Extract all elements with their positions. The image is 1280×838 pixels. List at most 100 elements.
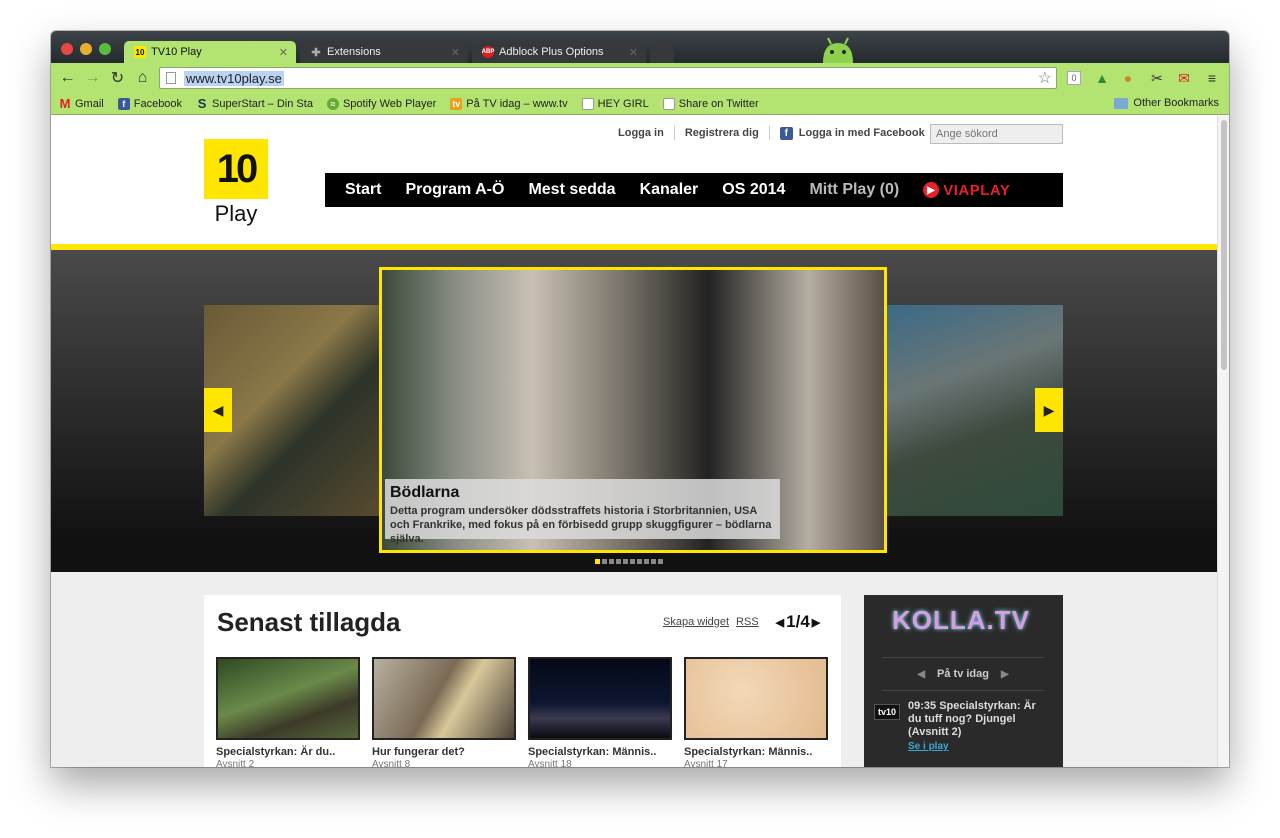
bookmark-pa-tv-idag[interactable]: tv På TV idag – www.tv xyxy=(450,97,568,110)
bookmark-spotify[interactable]: ≈ Spotify Web Player xyxy=(326,97,437,110)
carousel-dot[interactable] xyxy=(616,559,621,564)
bookmark-facebook[interactable]: f Facebook xyxy=(117,97,182,110)
viaplay-link[interactable]: ▶ VIAPLAY xyxy=(923,182,1010,199)
extension-counter-icon[interactable]: 0 xyxy=(1067,71,1081,85)
tab-adblock[interactable]: ABP Adblock Plus Options ✕ xyxy=(472,41,646,63)
new-tab-button[interactable] xyxy=(650,41,674,63)
carousel-dot[interactable] xyxy=(609,559,614,564)
item-title[interactable]: Specialstyrkan: Männis.. xyxy=(528,746,672,758)
carousel-dot[interactable] xyxy=(658,559,663,564)
drive-icon[interactable]: ▲ xyxy=(1093,69,1111,87)
kolla-tv-logo[interactable]: KOLLA.TV xyxy=(892,605,1037,635)
kolla-tv-panel: KOLLA.TV ◀ På tv idag ▶ tv10 09:35 Speci… xyxy=(864,595,1063,767)
forward-icon[interactable]: → xyxy=(80,69,105,87)
list-item[interactable]: Hur fungerar det? Avsnitt 8 xyxy=(372,657,516,767)
tab-label: Adblock Plus Options xyxy=(499,46,604,58)
bookmark-share-twitter[interactable]: Share on Twitter xyxy=(662,97,759,110)
other-bookmarks[interactable]: Other Bookmarks xyxy=(1114,97,1219,109)
item-subtitle: Avsnitt 18 xyxy=(528,759,572,767)
pager-prev-icon[interactable]: ◀ xyxy=(776,616,784,629)
carousel-dot[interactable] xyxy=(644,559,649,564)
zoom-window-button[interactable] xyxy=(99,43,111,55)
android-icon xyxy=(823,37,853,63)
carousel-dot[interactable] xyxy=(595,559,600,564)
nav-os-2014[interactable]: OS 2014 xyxy=(722,181,785,199)
close-tab-icon[interactable]: ✕ xyxy=(451,46,460,59)
carousel-dot[interactable] xyxy=(651,559,656,564)
nav-kanaler[interactable]: Kanaler xyxy=(640,181,699,199)
next-day-icon[interactable]: ▶ xyxy=(1001,669,1009,680)
bookmark-hey-girl[interactable]: HEY GIRL xyxy=(581,97,649,110)
bookmark-star-icon[interactable]: ☆ xyxy=(1038,68,1052,88)
pager: ◀ 1/4 ▶ xyxy=(776,612,821,632)
item-title[interactable]: Specialstyrkan: Är du.. xyxy=(216,746,360,758)
thumbnail-image[interactable] xyxy=(684,657,828,740)
vertical-scrollbar[interactable] xyxy=(1217,116,1229,767)
menu-icon[interactable]: ≡ xyxy=(1203,69,1221,87)
page-icon xyxy=(581,97,594,110)
address-bar[interactable]: www.tv10play.se ☆ xyxy=(159,67,1057,89)
carousel-dot[interactable] xyxy=(623,559,628,564)
bookmarks-bar: M Gmail f Facebook S SuperStart – Din Sta ≈… xyxy=(51,93,1229,115)
list-item[interactable]: Specialstyrkan: Männis.. Avsnitt 17 xyxy=(684,657,828,767)
nav-start[interactable]: Start xyxy=(345,181,381,199)
list-item[interactable]: Specialstyrkan: Männis.. Avsnitt 18 xyxy=(528,657,672,767)
reload-icon[interactable]: ↻ xyxy=(105,68,130,88)
close-window-button[interactable] xyxy=(61,43,73,55)
tab-extensions[interactable]: ✚ Extensions ✕ xyxy=(300,41,468,63)
create-widget-link[interactable]: Skapa widget xyxy=(663,616,729,628)
thumbnail-image[interactable] xyxy=(372,657,516,740)
item-title[interactable]: Hur fungerar det? xyxy=(372,746,516,758)
gmail-icon: M xyxy=(59,96,71,111)
scissors-icon[interactable]: ✂ xyxy=(1148,69,1166,87)
thumbnail-image[interactable] xyxy=(528,657,672,740)
thumbnail-image[interactable] xyxy=(216,657,360,740)
tv-today-nav: ◀ På tv idag ▶ xyxy=(882,657,1044,691)
bookmark-label: Spotify Web Player xyxy=(342,97,437,110)
url-text[interactable]: www.tv10play.se xyxy=(184,70,284,86)
carousel-dot[interactable] xyxy=(602,559,607,564)
carousel-dot[interactable] xyxy=(630,559,635,564)
login-link[interactable]: Logga in xyxy=(618,127,664,139)
register-link[interactable]: Registrera dig xyxy=(685,127,759,139)
minimize-window-button[interactable] xyxy=(80,43,92,55)
bookmark-gmail[interactable]: M Gmail xyxy=(59,96,104,111)
nav-mitt-play[interactable]: Mitt Play (0) xyxy=(809,181,899,199)
bookmark-label: SuperStart – Din Sta xyxy=(212,97,313,110)
adblock-icon: ABP xyxy=(482,46,494,58)
carousel-next-arrow-icon[interactable]: ▶ xyxy=(1035,388,1063,432)
home-icon[interactable]: ⌂ xyxy=(130,69,155,87)
carousel-prev-arrow-icon[interactable]: ◀ xyxy=(204,388,232,432)
search-input[interactable] xyxy=(930,124,1063,144)
gmail-notifier-icon[interactable]: ✉ xyxy=(1175,69,1193,87)
tab-label: Extensions xyxy=(327,46,381,58)
tab-tv10play[interactable]: 10 TV10 Play ✕ xyxy=(124,41,296,63)
item-title[interactable]: Specialstyrkan: Männis.. xyxy=(684,746,828,758)
slide-description: Detta program undersöker dödsstraffets h… xyxy=(390,505,772,545)
prev-day-icon[interactable]: ◀ xyxy=(917,669,925,680)
carousel-slide-current[interactable]: Bödlarna Detta program undersöker dödsst… xyxy=(379,267,887,553)
bookmark-superstart[interactable]: S SuperStart – Din Sta xyxy=(196,96,313,111)
close-tab-icon[interactable]: ✕ xyxy=(279,46,288,59)
nav-program-a-o[interactable]: Program A-Ö xyxy=(405,181,504,199)
tv10-play-logo[interactable]: 10 Play xyxy=(204,139,268,229)
rss-link[interactable]: RSS xyxy=(736,616,759,628)
scrollbar-thumb[interactable] xyxy=(1221,120,1227,370)
page-viewport: Logga in Registrera dig f Logga in med F… xyxy=(51,116,1217,767)
close-tab-icon[interactable]: ✕ xyxy=(629,46,638,59)
tv-icon: tv xyxy=(450,97,463,110)
watch-in-play-link[interactable]: Se i play xyxy=(908,740,1048,753)
owl-icon[interactable]: ● xyxy=(1119,69,1137,87)
back-icon[interactable]: ← xyxy=(55,69,80,87)
list-item[interactable]: Specialstyrkan: Är du.. Avsnitt 2 xyxy=(216,657,360,767)
logo-word: Play xyxy=(214,201,258,226)
divider xyxy=(768,126,770,140)
facebook-login-link[interactable]: Logga in med Facebook xyxy=(799,127,925,139)
pager-next-icon[interactable]: ▶ xyxy=(812,616,820,629)
folder-icon xyxy=(1114,97,1129,109)
puzzle-icon: ✚ xyxy=(311,46,321,59)
logo-mark: 10 xyxy=(204,139,268,199)
program-title: 09:35 Specialstyrkan: Är du tuff nog? Dj… xyxy=(908,700,1036,738)
carousel-dot[interactable] xyxy=(637,559,642,564)
nav-mest-sedda[interactable]: Mest sedda xyxy=(528,181,615,199)
